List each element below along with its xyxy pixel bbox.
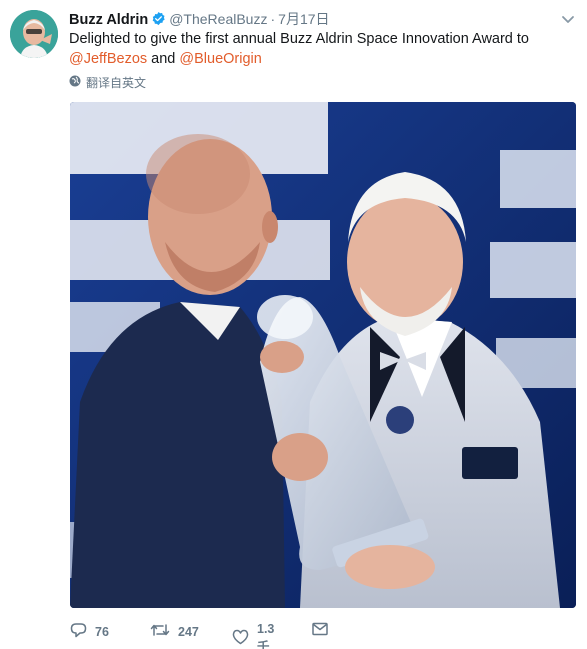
reply-button[interactable]: 76 [70,622,109,641]
tweet-header: Buzz Aldrin @TheRealBuzz · 7月17日 [69,9,330,29]
retweet-icon [150,622,170,641]
retweet-button[interactable]: 247 [150,622,199,641]
reply-count: 76 [95,624,109,639]
separator-dot: · [270,11,276,27]
mention-blueorigin[interactable]: @BlueOrigin [179,51,261,67]
reply-icon [70,622,87,641]
tweet-text: Delighted to give the first annual Buzz … [69,29,569,69]
chevron-down-icon[interactable] [561,12,575,23]
author-handle[interactable]: @TheRealBuzz [169,11,267,27]
envelope-icon [312,622,328,639]
tweet-text-and: and [151,51,176,67]
like-button[interactable]: 1.3千 [232,622,274,649]
mention-jeffbezos[interactable]: @JeffBezos [69,51,147,67]
verified-badge-icon [151,11,166,29]
direct-message-button[interactable] [312,622,328,639]
like-count: 1.3千 [257,622,275,649]
globe-icon [69,75,81,90]
author-name[interactable]: Buzz Aldrin [69,12,148,28]
translate-label: 翻译自英文 [86,75,147,90]
avatar[interactable] [10,10,58,58]
translate-link[interactable]: 翻译自英文 [69,74,146,90]
retweet-count: 247 [178,624,199,639]
heart-icon [232,629,249,648]
tweet-text-body: Delighted to give the first annual Buzz … [69,31,529,47]
tweet-photo[interactable] [70,102,576,608]
tweet-timestamp[interactable]: 7月17日 [278,11,329,27]
tweet-card: Buzz Aldrin @TheRealBuzz · 7月17日 Delighted … [0,0,587,649]
